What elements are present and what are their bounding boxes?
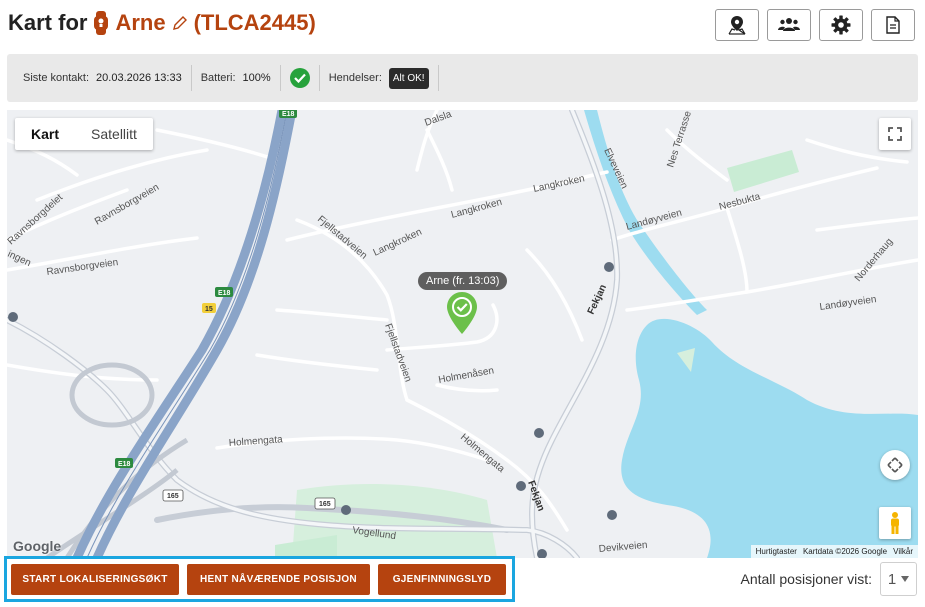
title-prefix: Kart for bbox=[8, 10, 88, 35]
positions-label: Antall posisjoner vist: bbox=[740, 571, 872, 587]
device-code: (TLCA2445) bbox=[193, 10, 316, 35]
route-shield-165a: 165 bbox=[167, 493, 179, 500]
settings-button[interactable] bbox=[819, 9, 863, 41]
gear-icon bbox=[831, 15, 851, 35]
report-button[interactable] bbox=[871, 9, 915, 41]
street-landoyveien-2: Landøyveien bbox=[819, 294, 877, 313]
status-bar: Siste kontakt: 20.03.2026 13:33 Batteri:… bbox=[7, 54, 918, 102]
map-footer: Hurtigtaster Kartdata ©2026 Google Vilkå… bbox=[750, 545, 918, 558]
park-area bbox=[727, 150, 799, 192]
route-shield-e18c: E18 bbox=[118, 461, 131, 468]
route-shield-e18b: E18 bbox=[218, 290, 231, 297]
header-toolbar bbox=[715, 9, 915, 41]
street-nesbukta: Nesbukta bbox=[718, 191, 762, 213]
battery-label: Batteri: bbox=[200, 72, 236, 84]
device-name: Arne bbox=[115, 10, 166, 35]
street-devikveien: Devikveien bbox=[598, 540, 648, 555]
last-contact-value: 20.03.2026 13:33 bbox=[96, 72, 182, 84]
move-arrows-icon bbox=[887, 457, 903, 473]
events-badge: Alt OK! bbox=[388, 67, 429, 89]
start-search-button[interactable]: START LOKALISERINGSØKT bbox=[11, 563, 179, 595]
map-button[interactable] bbox=[715, 9, 759, 41]
last-contact-label: Siste kontakt: bbox=[23, 72, 90, 84]
fullscreen-icon bbox=[888, 127, 902, 141]
map-type-toggle: Kart Satellitt bbox=[15, 118, 153, 150]
events: Hendelser: Alt OK! bbox=[320, 65, 439, 91]
map-pin-check-icon bbox=[447, 292, 477, 334]
street-view-button[interactable] bbox=[879, 507, 911, 539]
recovery-sound-button[interactable]: GJENFINNINGSLYD bbox=[378, 563, 506, 595]
positions-count: Antall posisjoner vist: 1 bbox=[740, 562, 917, 596]
events-label: Hendelser: bbox=[328, 72, 382, 84]
street-ingen: ingen bbox=[7, 249, 33, 269]
get-position-button[interactable]: HENT NÅVÆRENDE POSISJON bbox=[187, 563, 370, 595]
marker-label: Arne (fr. 13:03) bbox=[418, 272, 508, 290]
street-holmengata-1: Holmengata bbox=[228, 434, 283, 449]
map-pin-icon bbox=[728, 16, 746, 35]
location-marker[interactable] bbox=[445, 291, 479, 340]
map-type-map[interactable]: Kart bbox=[15, 118, 75, 150]
contacts-button[interactable] bbox=[767, 9, 811, 41]
map-keyboard-shortcuts[interactable]: Hurtigtaster bbox=[756, 547, 797, 556]
street-nesterrasse: Nes Terrasse bbox=[665, 110, 694, 169]
street-fjellstadveien-1: Fjellstadveien bbox=[315, 214, 369, 262]
last-contact: Siste kontakt: 20.03.2026 13:33 bbox=[7, 65, 192, 91]
document-icon bbox=[886, 16, 900, 34]
edit-pencil-icon[interactable] bbox=[172, 15, 188, 31]
status-check bbox=[281, 65, 320, 91]
water-area bbox=[621, 318, 918, 558]
street-fekjan-1: Fekjan bbox=[586, 283, 609, 316]
page-header: Kart for Arne (TLCA2445) bbox=[0, 0, 925, 54]
battery: Batteri: 100% bbox=[192, 65, 281, 91]
map-type-satellite[interactable]: Satellitt bbox=[75, 118, 153, 150]
street-norderhaug: Norderhaug bbox=[853, 236, 895, 284]
page-title: Kart for Arne (TLCA2445) bbox=[8, 10, 316, 36]
action-buttons: START LOKALISERINGSØKT HENT NÅVÆRENDE PO… bbox=[4, 556, 515, 602]
fullscreen-button[interactable] bbox=[879, 118, 911, 150]
route-shield-15: 15 bbox=[205, 306, 213, 313]
river bbox=[584, 110, 707, 315]
google-logo: Google bbox=[13, 538, 62, 554]
dropdown-caret-icon bbox=[901, 576, 910, 582]
route-shield-e18a: E18 bbox=[282, 111, 295, 118]
users-icon bbox=[778, 18, 800, 31]
camera-control-button[interactable] bbox=[880, 450, 910, 480]
street-fjellstadveien-2: Fjellstadveien bbox=[382, 322, 413, 383]
street-langkroken-3: Langkroken bbox=[532, 173, 585, 195]
battery-value: 100% bbox=[242, 72, 271, 84]
street-dalsla: Dalsla bbox=[423, 110, 453, 129]
map-attribution: Kartdata ©2026 Google bbox=[802, 547, 888, 556]
positions-select[interactable]: 1 bbox=[880, 562, 917, 596]
positions-value: 1 bbox=[887, 570, 897, 588]
check-circle-icon bbox=[289, 68, 310, 88]
pegman-icon bbox=[891, 512, 899, 534]
route-shield-165b: 165 bbox=[319, 501, 331, 508]
watch-icon bbox=[93, 11, 109, 35]
map-terms-link[interactable]: Vilkår bbox=[893, 547, 913, 556]
map-view[interactable]: E18 E18 15 E18 165 165 Langkroken Langkr… bbox=[7, 110, 918, 558]
street-holmenasen: Holmenåsen bbox=[437, 364, 494, 386]
street-langkroken-1: Langkroken bbox=[372, 227, 424, 259]
